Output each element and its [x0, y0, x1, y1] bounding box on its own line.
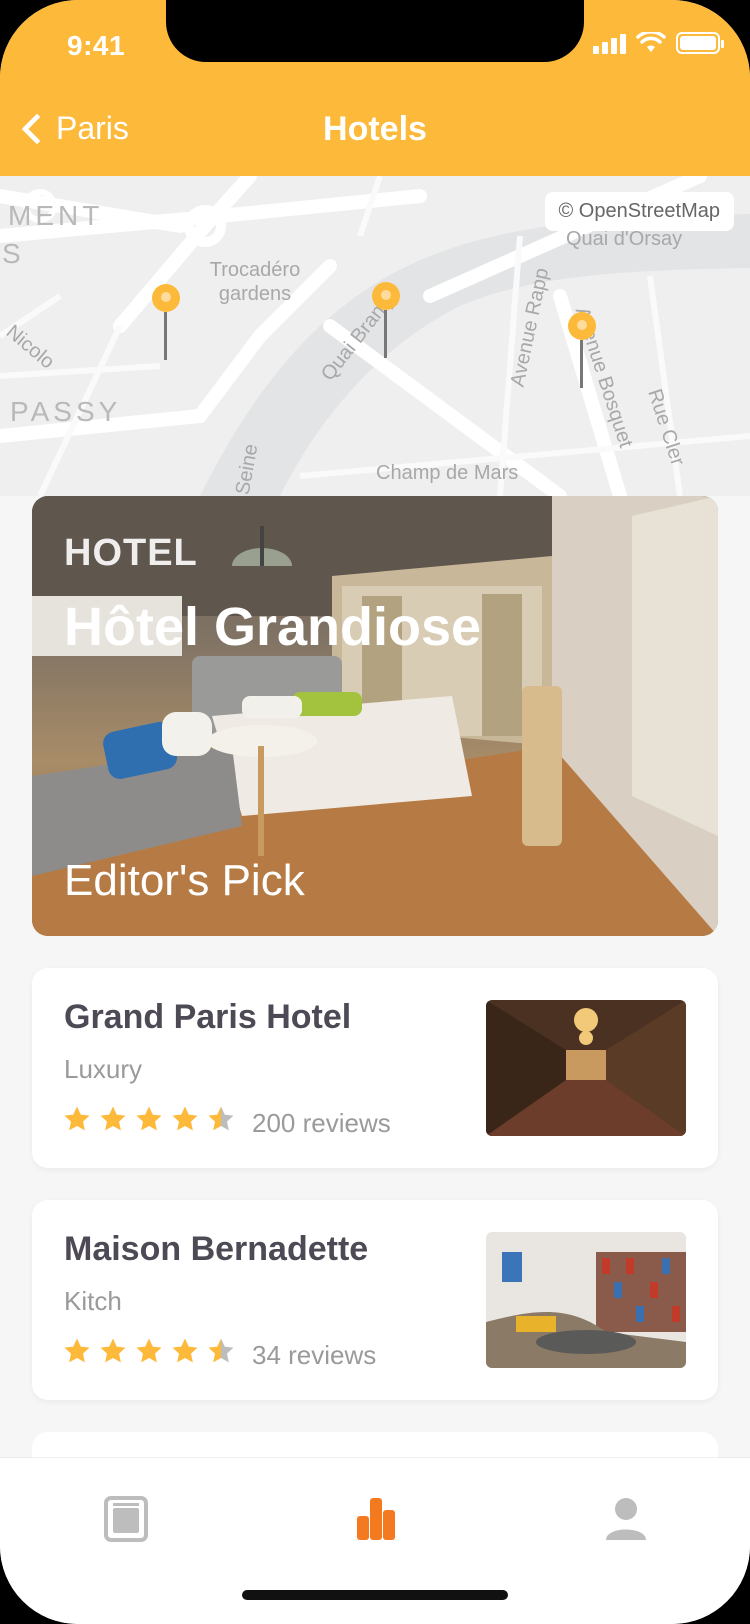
star-icon	[172, 1106, 198, 1131]
review-count: 200 reviews	[252, 1108, 391, 1138]
star-half-icon	[208, 1338, 234, 1363]
map-label: Trocadéro gardens	[209, 259, 301, 305]
rating-stars	[62, 1336, 236, 1366]
map-pin-icon[interactable]	[152, 284, 180, 364]
map-label: Quai d'Orsay	[566, 228, 683, 250]
star-icon	[64, 1106, 90, 1131]
featured-title: Hôtel Grandiose	[64, 597, 482, 657]
map-pin-icon[interactable]	[568, 312, 596, 392]
hotel-category: Kitch	[64, 1286, 122, 1316]
cellular-signal-icon	[593, 32, 626, 54]
hotel-thumbnail	[486, 1000, 686, 1136]
wifi-icon	[636, 32, 666, 52]
rating-stars	[62, 1104, 236, 1134]
star-icon	[136, 1106, 162, 1131]
featured-hotel-card[interactable]: HOTEL Hôtel Grandiose Editor's Pick	[32, 496, 718, 936]
map-attribution[interactable]: © OpenStreetMap	[544, 192, 734, 231]
page-title: Hotels	[323, 110, 427, 148]
hotel-name: Maison Bernadette	[64, 1230, 369, 1268]
battery-icon	[676, 32, 724, 54]
chart-icon[interactable]	[345, 1488, 405, 1548]
map-pin-icon[interactable]	[372, 282, 400, 362]
featured-category: HOTEL	[64, 532, 198, 574]
star-icon	[172, 1338, 198, 1363]
hotel-card[interactable]: Grand Paris Hotel Luxury 200 reviews	[32, 968, 718, 1168]
hotel-name: Grand Paris Hotel	[64, 998, 352, 1036]
editors-pick-label: Editor's Pick	[64, 856, 305, 905]
profile-icon[interactable]	[596, 1488, 656, 1548]
star-icon	[64, 1338, 90, 1363]
map-view[interactable]: MENT S Trocadéro gardens Quai d'Orsay Ni…	[0, 176, 750, 496]
map-label: PASSY	[10, 396, 122, 427]
document-icon[interactable]	[96, 1488, 156, 1548]
hotel-card[interactable]: Maison Bernadette Kitch 34 reviews	[32, 1200, 718, 1400]
map-label: Champ de Mars	[376, 462, 519, 484]
home-indicator[interactable]	[242, 1590, 508, 1600]
star-icon	[136, 1338, 162, 1363]
star-icon	[100, 1106, 126, 1131]
hotel-category: Luxury	[64, 1054, 143, 1084]
map-label: S	[2, 238, 25, 269]
map-label: MENT	[8, 200, 104, 231]
review-count: 34 reviews	[252, 1340, 377, 1370]
phone-screen: 9:41 Paris Hotels MENT S Trocadéro garde…	[0, 0, 750, 1624]
status-time: 9:41	[67, 30, 126, 61]
star-half-icon	[208, 1106, 234, 1131]
device-notch	[166, 0, 584, 62]
nav-header: 9:41 Paris Hotels	[0, 0, 750, 176]
hotel-thumbnail	[486, 1232, 686, 1368]
star-icon	[100, 1338, 126, 1363]
status-icons	[593, 32, 724, 54]
